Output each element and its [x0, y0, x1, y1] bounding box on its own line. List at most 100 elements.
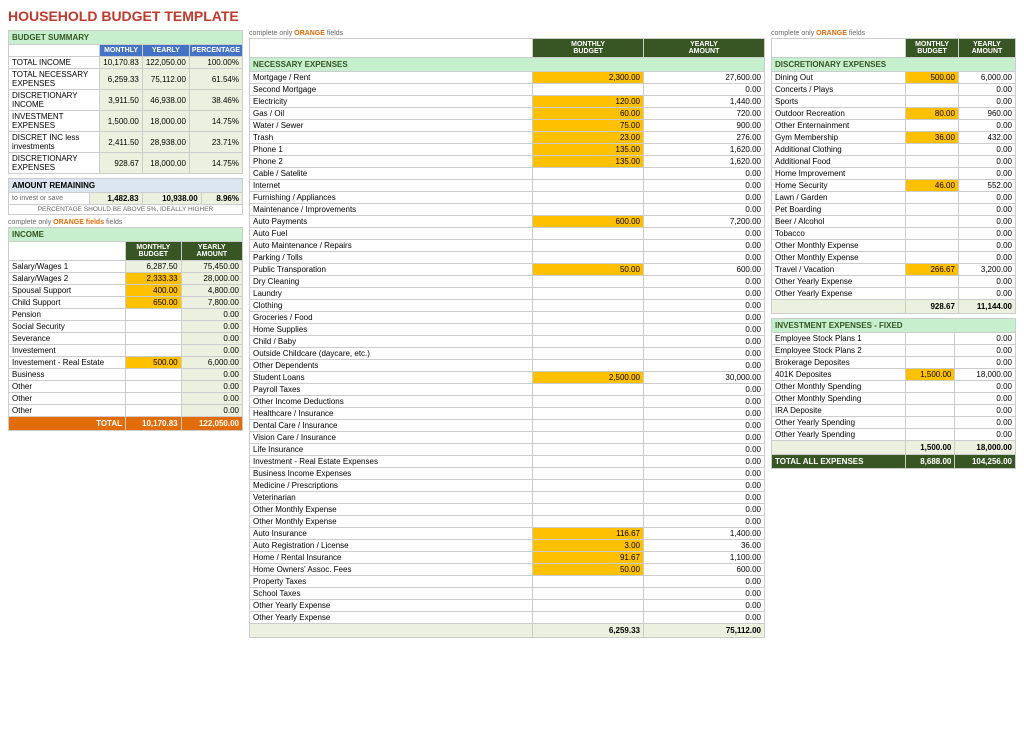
disc-row-label: Concerts / Plays	[772, 84, 906, 96]
investment-row-label: Employee Stock Plans 2	[772, 345, 906, 357]
necessary-row: Trash23.00276.00	[250, 132, 765, 144]
investment-row-label: Employee Stock Plans 1	[772, 333, 906, 345]
disc-row-monthly	[906, 120, 959, 132]
necessary-row-yearly: 0.00	[643, 312, 764, 324]
necessary-row: Other Monthly Expense0.00	[250, 516, 765, 528]
disc-row: Other Enternainment0.00	[772, 120, 1016, 132]
summary-row-yearly: 75,112.00	[142, 69, 189, 90]
necessary-row-monthly	[533, 336, 644, 348]
necessary-row-yearly: 0.00	[643, 360, 764, 372]
income-table: INCOME MONTHLYBUDGET YEARLYAMOUNT Salary…	[8, 227, 243, 431]
necessary-row: Outside Childcare (daycare, etc.)0.00	[250, 348, 765, 360]
summary-row: DISCRETIONARY EXPENSES928.6718,000.0014.…	[9, 153, 243, 174]
necessary-row-yearly: 900.00	[643, 120, 764, 132]
necessary-row-yearly: 0.00	[643, 288, 764, 300]
necessary-complete-note: complete only ORANGE fields	[249, 30, 765, 37]
disc-row-label: Home Improvement	[772, 168, 906, 180]
necessary-row-label: Other Income Deductions	[250, 396, 533, 408]
income-row-label: Social Security	[9, 321, 126, 333]
necessary-row-monthly	[533, 180, 644, 192]
middle-panel: complete only ORANGE fields MONTHLYBUDGE…	[249, 30, 765, 638]
necessary-row-monthly: 50.00	[533, 564, 644, 576]
necessary-row: Dry Cleaning0.00	[250, 276, 765, 288]
necessary-row-yearly: 0.00	[643, 240, 764, 252]
disc-row-label: Additional Food	[772, 156, 906, 168]
disc-row-label: Beer / Alcohol	[772, 216, 906, 228]
necessary-row: Cable / Satelite0.00	[250, 168, 765, 180]
col-monthly-header: MONTHLY	[100, 45, 143, 57]
necessary-row-yearly: 0.00	[643, 576, 764, 588]
necessary-row-monthly	[533, 324, 644, 336]
disc-subtotal-label	[772, 300, 906, 314]
summary-row-yearly: 46,938.00	[142, 90, 189, 111]
necessary-row-yearly: 0.00	[643, 456, 764, 468]
necessary-row-monthly	[533, 84, 644, 96]
necessary-row-yearly: 7,200.00	[643, 216, 764, 228]
necessary-row-label: Phone 1	[250, 144, 533, 156]
investment-row-yearly: 0.00	[955, 357, 1016, 369]
total-all-monthly: 8,688.00	[906, 455, 955, 469]
investment-row: Employee Stock Plans 20.00	[772, 345, 1016, 357]
necessary-row: Home Supplies0.00	[250, 324, 765, 336]
income-col-label	[9, 242, 126, 261]
disc-row-yearly: 0.00	[958, 156, 1015, 168]
investment-row-monthly	[906, 417, 955, 429]
necessary-row-monthly: 116.67	[533, 528, 644, 540]
necessary-row-monthly	[533, 384, 644, 396]
disc-complete-text: complete only	[771, 30, 816, 37]
disc-row-yearly: 0.00	[958, 204, 1015, 216]
disc-row-monthly: 46.00	[906, 180, 959, 192]
necessary-row: Payroll Taxes0.00	[250, 384, 765, 396]
necessary-row-monthly	[533, 444, 644, 456]
necessary-row-yearly: 0.00	[643, 516, 764, 528]
income-row-yearly: 0.00	[181, 381, 242, 393]
disc-row-label: Home Security	[772, 180, 906, 192]
necessary-row-monthly: 2,300.00	[533, 72, 644, 84]
necessary-row-label: Home Supplies	[250, 324, 533, 336]
summary-row: DISCRETIONARY INCOME3,911.5046,938.0038.…	[9, 90, 243, 111]
income-row-yearly: 0.00	[181, 333, 242, 345]
necessary-total-label	[250, 624, 533, 638]
necessary-row-label: Auto Maintenance / Repairs	[250, 240, 533, 252]
income-row: Salary/Wages 16,287.5075,450.00	[9, 261, 243, 273]
left-panel: BUDGET SUMMARY MONTHLY YEARLY PERCENTAGE…	[8, 30, 243, 431]
income-row: Severance0.00	[9, 333, 243, 345]
necessary-row-monthly	[533, 240, 644, 252]
income-row-monthly	[126, 381, 182, 393]
income-row-yearly: 0.00	[181, 345, 242, 357]
necessary-row-monthly: 135.00	[533, 156, 644, 168]
investment-row-monthly	[906, 357, 955, 369]
disc-row-yearly: 3,200.00	[958, 264, 1015, 276]
disc-row-yearly: 960.00	[958, 108, 1015, 120]
necessary-total-monthly: 6,259.33	[533, 624, 644, 638]
necessary-row-monthly	[533, 492, 644, 504]
necessary-row: Dental Care / Insurance0.00	[250, 420, 765, 432]
nec-fields-text: fields	[327, 30, 343, 37]
summary-row-label: INVESTMENT EXPENSES	[9, 111, 100, 132]
necessary-row: Phone 1135.001,620.00	[250, 144, 765, 156]
income-total-monthly: 10,170.83	[126, 417, 182, 431]
summary-row-yearly: 18,000.00	[142, 153, 189, 174]
income-row-monthly: 6,287.50	[126, 261, 182, 273]
necessary-row-label: Parking / Tolls	[250, 252, 533, 264]
disc-orange-text: ORANGE	[816, 30, 847, 37]
necessary-expenses-table: MONTHLYBUDGET YEARLYAMOUNT NECESSARY EXP…	[249, 38, 765, 638]
investment-row-monthly	[906, 333, 955, 345]
investment-row-yearly: 18,000.00	[955, 369, 1016, 381]
necessary-row-yearly: 36.00	[643, 540, 764, 552]
necessary-row-yearly: 0.00	[643, 384, 764, 396]
investment-row-yearly: 0.00	[955, 417, 1016, 429]
income-row-label: Pension	[9, 309, 126, 321]
necessary-row-yearly: 0.00	[643, 84, 764, 96]
disc-row-yearly: 0.00	[958, 240, 1015, 252]
summary-row-pct: 100.00%	[189, 57, 242, 69]
investment-row-label: IRA Deposite	[772, 405, 906, 417]
summary-row-yearly: 18,000.00	[142, 111, 189, 132]
necessary-row: Mortgage / Rent2,300.0027,600.00	[250, 72, 765, 84]
disc-row: Additional Food 0.00	[772, 156, 1016, 168]
necessary-row: Life Insurance0.00	[250, 444, 765, 456]
necessary-row-yearly: 0.00	[643, 588, 764, 600]
income-row-label: Spousal Support	[9, 285, 126, 297]
disc-row-monthly: 80.00	[906, 108, 959, 120]
income-row-monthly: 500.00	[126, 357, 182, 369]
